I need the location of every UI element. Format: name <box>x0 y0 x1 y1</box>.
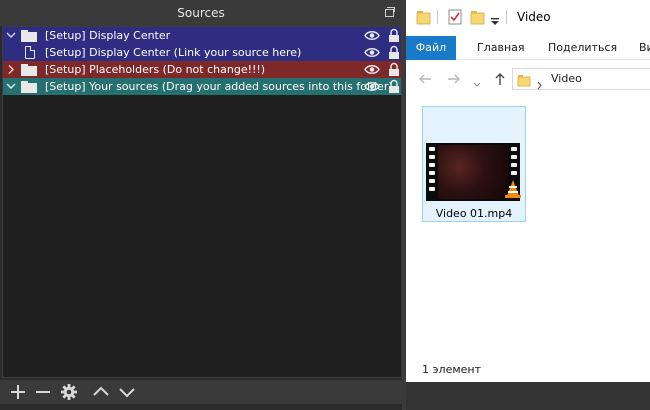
chevron-down-icon[interactable] <box>5 27 17 44</box>
file-item[interactable]: Video 01.mp4 <box>422 106 526 222</box>
up-arrow-icon[interactable] <box>493 71 507 90</box>
recent-locations-chevron-icon[interactable] <box>473 74 481 93</box>
breadcrumb-separator-icon <box>537 75 543 94</box>
item-count: 1 элемент <box>422 363 481 376</box>
chevron-right-icon[interactable] <box>5 61 17 78</box>
window-title: Video <box>517 10 551 24</box>
new-folder-icon[interactable] <box>470 9 486 29</box>
add-icon[interactable] <box>8 382 28 402</box>
sources-list[interactable]: [Setup] Display Center [Setup] Display C… <box>2 26 402 378</box>
source-label: [Setup] Display Center <box>45 29 171 42</box>
source-label: [Setup] Your sources (Drag your added so… <box>45 80 393 93</box>
remove-icon[interactable] <box>33 382 53 402</box>
folder-icon <box>21 64 37 76</box>
obs-sources-panel: Sources [Setup] Display Center [Setup] D… <box>0 0 404 410</box>
tab-home[interactable]: Главная <box>477 36 525 60</box>
file-view: Video 01.mp4 <box>406 98 650 382</box>
lock-icon[interactable] <box>388 45 400 60</box>
status-bar: 1 элемент <box>406 358 650 382</box>
file-icon <box>25 46 35 59</box>
source-label: [Setup] Placeholders (Do not change!!!) <box>45 63 266 76</box>
source-row-your-sources[interactable]: [Setup] Your sources (Drag your added so… <box>3 78 401 95</box>
sources-toolbar <box>0 380 404 404</box>
tab-file[interactable]: Файл <box>406 36 456 60</box>
separator <box>506 10 507 24</box>
undock-icon[interactable] <box>385 7 395 17</box>
lock-icon[interactable] <box>388 62 400 77</box>
navigation-bar: Video <box>406 60 650 98</box>
move-down-icon[interactable] <box>117 382 137 402</box>
quick-access-dropdown-icon[interactable] <box>490 12 500 31</box>
visibility-eye-icon[interactable] <box>364 29 380 42</box>
breadcrumb-video[interactable]: Video <box>551 72 582 85</box>
file-explorer-window: Video Файл Главная Поделиться Ви <box>406 0 650 410</box>
taskbar-strip <box>406 382 650 410</box>
ribbon-tabs: Файл Главная Поделиться Ви <box>406 36 650 60</box>
lock-icon[interactable] <box>388 79 400 94</box>
tab-share[interactable]: Поделиться <box>548 36 617 60</box>
address-bar[interactable]: Video <box>512 68 650 90</box>
sources-panel-header: Sources <box>0 0 402 26</box>
move-up-icon[interactable] <box>91 382 111 402</box>
visibility-eye-icon[interactable] <box>364 63 380 76</box>
visibility-eye-icon[interactable] <box>364 80 380 93</box>
explorer-titlebar: Video <box>406 0 650 36</box>
file-name: Video 01.mp4 <box>435 207 513 220</box>
gear-icon[interactable] <box>59 382 79 402</box>
lock-icon[interactable] <box>388 28 400 43</box>
folder-icon <box>21 81 37 93</box>
visibility-eye-icon[interactable] <box>364 46 380 59</box>
folder-icon <box>517 72 531 91</box>
folder-icon <box>21 30 37 42</box>
video-frame <box>438 145 508 199</box>
source-row-display-center-link[interactable]: [Setup] Display Center (Link your source… <box>3 44 401 61</box>
separator <box>437 10 438 24</box>
sources-panel-title: Sources <box>177 6 225 20</box>
forward-arrow-icon[interactable] <box>447 71 461 90</box>
folder-icon <box>416 9 432 29</box>
chevron-down-icon[interactable] <box>5 78 17 95</box>
source-label: [Setup] Display Center (Link your source… <box>45 46 302 59</box>
vlc-cone-icon <box>504 179 522 203</box>
source-row-placeholders[interactable]: [Setup] Placeholders (Do not change!!!) <box>3 61 401 78</box>
tab-view[interactable]: Ви <box>639 36 650 60</box>
properties-icon[interactable] <box>448 9 462 29</box>
back-arrow-icon[interactable] <box>418 71 432 90</box>
source-row-display-center[interactable]: [Setup] Display Center <box>3 27 401 44</box>
video-thumbnail <box>426 143 522 203</box>
